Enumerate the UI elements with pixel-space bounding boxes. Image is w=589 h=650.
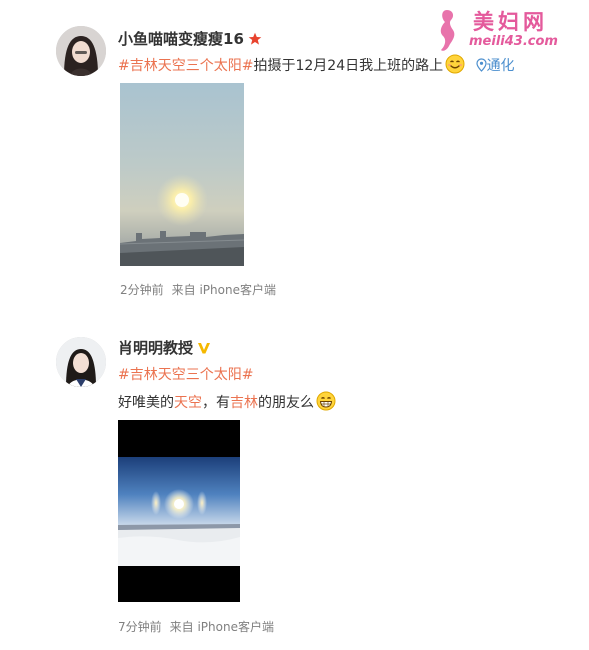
post-2: 肖明明教授 #吉林天空三个太阳# 好唯美的天空，有吉林的朋友么 7分钟前 来自 … xyxy=(0,0,589,650)
post-time[interactable]: 7分钟前 xyxy=(118,620,162,634)
post-meta: 7分钟前 来自 iPhone客户端 xyxy=(118,618,274,635)
post-text: 好唯美的天空，有吉林的朋友么 xyxy=(118,391,336,415)
post-text-part: 好唯美的 xyxy=(118,395,174,411)
post-source[interactable]: 来自 iPhone客户端 xyxy=(170,620,274,634)
keyword-link[interactable]: 吉林 xyxy=(230,395,258,411)
post-text-part: ，有 xyxy=(202,395,230,411)
post-photo[interactable] xyxy=(118,420,240,602)
grin-emoji-icon xyxy=(316,391,336,415)
post-hashtag-line: #吉林天空三个太阳# xyxy=(118,364,253,384)
avatar[interactable] xyxy=(56,337,106,387)
hashtag-link[interactable]: #吉林天空三个太阳# xyxy=(118,367,253,383)
username[interactable]: 肖明明教授 xyxy=(118,337,211,359)
post-text-part: 的朋友么 xyxy=(258,395,314,411)
username-text[interactable]: 肖明明教授 xyxy=(118,339,193,357)
keyword-link[interactable]: 天空 xyxy=(174,395,202,411)
verified-v-icon xyxy=(197,341,211,359)
